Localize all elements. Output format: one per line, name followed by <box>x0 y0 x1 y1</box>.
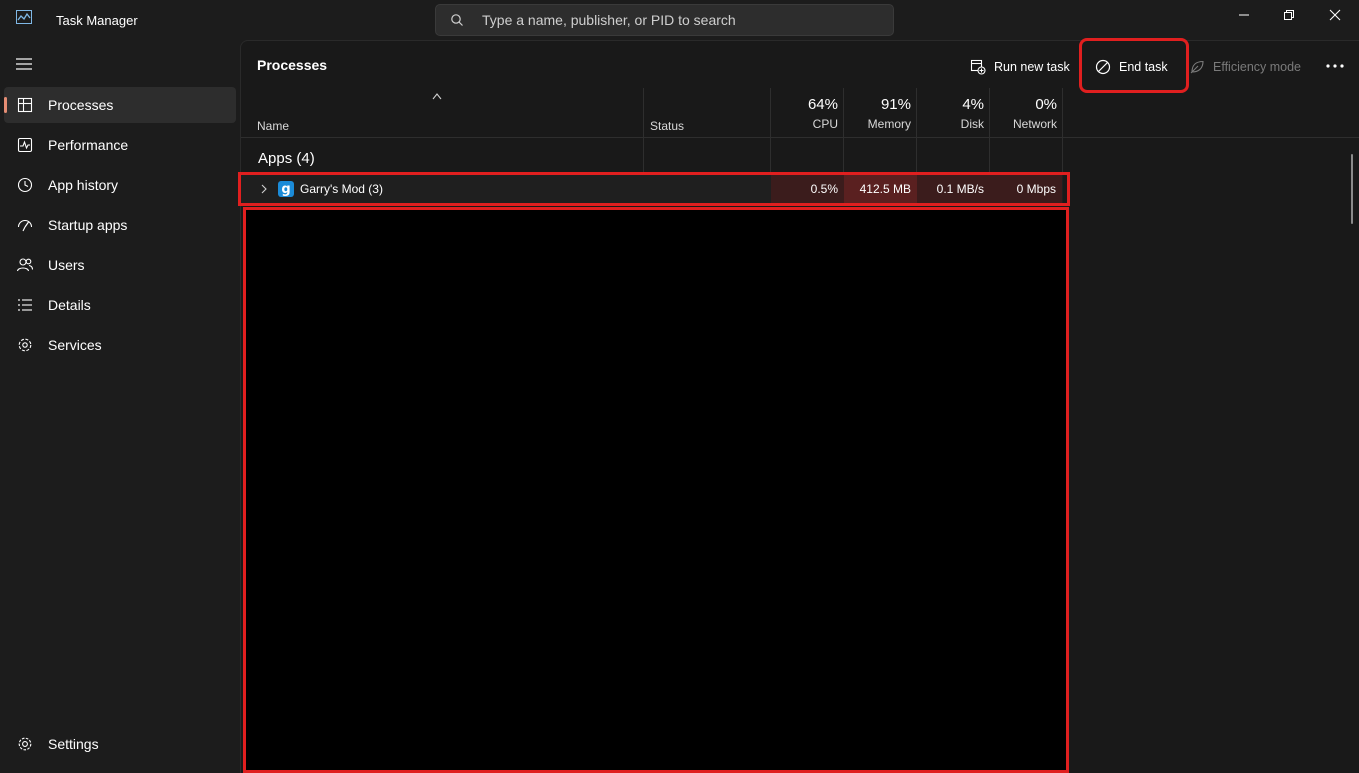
processes-panel: Processes Run new task End task Efficien… <box>238 38 1359 773</box>
page-title: Processes <box>257 57 328 73</box>
leaf-icon <box>1190 60 1204 74</box>
process-memory: 412.5 MB <box>844 175 917 203</box>
column-header-cpu[interactable]: 64% CPU <box>768 96 838 131</box>
run-new-task-icon <box>970 59 986 75</box>
sidebar-item-processes[interactable]: Processes <box>4 87 236 123</box>
window-title: Task Manager <box>56 13 138 28</box>
title-bar: Task Manager <box>0 0 1359 40</box>
chevron-right-icon[interactable] <box>259 183 269 195</box>
search-input[interactable] <box>482 9 882 31</box>
end-task-label: End task <box>1119 60 1168 74</box>
column-header-name[interactable]: Name <box>257 119 289 133</box>
sort-ascending-icon <box>432 93 442 100</box>
sidebar-item-startup-apps[interactable]: Startup apps <box>4 207 236 243</box>
column-header-network[interactable]: 0% Network <box>987 96 1057 131</box>
close-icon <box>1329 9 1341 21</box>
garrys-mod-icon: g <box>278 181 294 197</box>
end-task-button[interactable]: End task <box>1095 53 1168 81</box>
startup-apps-icon <box>17 219 33 232</box>
search-icon <box>451 14 463 26</box>
gear-icon <box>18 737 32 751</box>
more-options-icon[interactable] <box>1323 59 1347 73</box>
process-disk: 0.1 MB/s <box>917 175 990 203</box>
users-icon <box>16 258 34 272</box>
restore-button[interactable] <box>1266 0 1312 30</box>
group-header-apps: Apps (4) <box>258 150 315 167</box>
efficiency-mode-label: Efficiency mode <box>1213 60 1302 74</box>
sidebar-item-app-history[interactable]: App history <box>4 167 236 203</box>
sidebar-item-users[interactable]: Users <box>4 247 236 283</box>
minimize-icon <box>1239 14 1249 16</box>
processes-icon <box>17 97 33 113</box>
cpu-column-label: CPU <box>812 117 838 131</box>
network-total-percent: 0% <box>1035 96 1057 113</box>
sidebar-item-label: Settings <box>48 736 99 752</box>
block-icon <box>1095 59 1111 75</box>
sidebar-item-services[interactable]: Services <box>4 327 236 363</box>
run-new-task-label: Run new task <box>994 60 1070 74</box>
sidebar-item-settings[interactable]: Settings <box>4 726 236 762</box>
efficiency-mode-button[interactable]: Efficiency mode <box>1189 53 1301 81</box>
sidebar-item-performance[interactable]: Performance <box>4 127 236 163</box>
memory-total-percent: 91% <box>880 96 911 113</box>
column-header-row: Name Status 64% CPU 91% Memory 4% Disk 0… <box>241 88 1359 138</box>
disk-total-percent: 4% <box>962 96 984 113</box>
column-header-memory[interactable]: 91% Memory <box>841 96 911 131</box>
sidebar-item-label: Users <box>48 257 85 273</box>
sidebar: Processes Performance App history Startu… <box>0 40 240 773</box>
network-column-label: Network <box>1012 117 1057 131</box>
performance-icon <box>17 137 33 153</box>
close-button[interactable] <box>1312 0 1358 30</box>
sidebar-item-label: Details <box>48 297 91 313</box>
app-history-icon <box>17 177 33 193</box>
column-header-disk[interactable]: 4% Disk <box>914 96 984 131</box>
process-cpu: 0.5% <box>771 175 844 203</box>
redacted-area <box>243 207 1069 773</box>
sidebar-item-label: Services <box>48 337 102 353</box>
table-row[interactable]: g Garry's Mod (3) 0.5% 412.5 MB 0.1 MB/s… <box>241 175 1063 203</box>
disk-column-label: Disk <box>960 117 984 131</box>
sidebar-item-label: Processes <box>48 97 114 113</box>
process-network: 0 Mbps <box>990 175 1062 203</box>
details-icon <box>18 299 32 311</box>
services-icon <box>18 338 32 352</box>
sidebar-item-label: Startup apps <box>48 217 128 233</box>
minimize-button[interactable] <box>1221 0 1267 30</box>
restore-icon <box>1284 10 1294 20</box>
run-new-task-button[interactable]: Run new task <box>970 53 1070 81</box>
active-indicator <box>4 97 7 113</box>
search-box[interactable] <box>435 4 894 36</box>
task-manager-icon <box>16 10 32 24</box>
sidebar-item-details[interactable]: Details <box>4 287 236 323</box>
sidebar-item-label: Performance <box>48 137 129 153</box>
sidebar-item-label: App history <box>48 177 119 193</box>
column-header-status[interactable]: Status <box>650 119 684 133</box>
memory-column-label: Memory <box>867 117 911 131</box>
cpu-total-percent: 64% <box>807 96 838 113</box>
process-name: Garry's Mod (3) <box>300 182 383 196</box>
hamburger-menu-icon[interactable] <box>14 54 34 74</box>
vertical-scrollbar[interactable] <box>1351 154 1353 224</box>
